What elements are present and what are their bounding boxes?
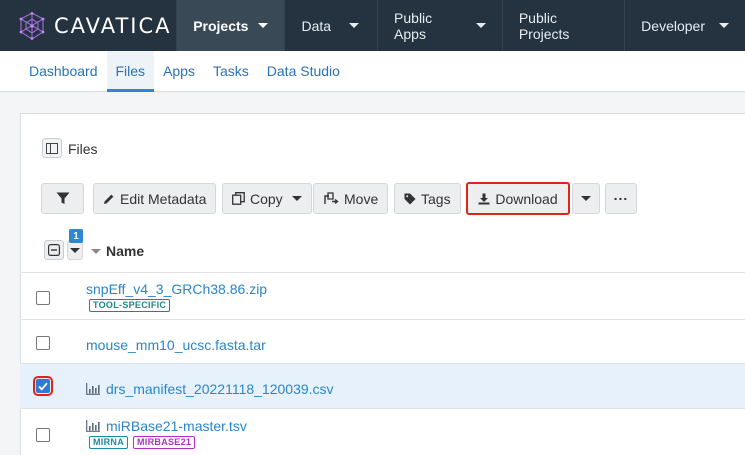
chevron-down-icon bbox=[258, 23, 269, 28]
chart-icon bbox=[86, 420, 100, 432]
table-row[interactable]: miRBase21-master.tsv MIRNA MIRBASE21 bbox=[20, 408, 745, 455]
chevron-down-icon bbox=[291, 196, 302, 201]
row-checkbox-checked[interactable] bbox=[33, 376, 53, 396]
subnav-apps[interactable]: Apps bbox=[154, 51, 204, 91]
nav-data[interactable]: Data bbox=[284, 0, 377, 51]
edit-metadata-label: Edit Metadata bbox=[120, 190, 207, 207]
nav-public-projects[interactable]: Public Projects bbox=[501, 0, 624, 51]
name-header-label: Name bbox=[106, 243, 145, 259]
file-name-link[interactable]: snpEff_v4_3_GRCh38.86.zip bbox=[86, 281, 267, 297]
chart-icon bbox=[86, 383, 100, 395]
table-row[interactable]: mouse_mm10_ucsc.fasta.tar bbox=[20, 319, 745, 363]
minus-square-icon bbox=[48, 244, 60, 256]
move-icon bbox=[324, 192, 339, 205]
nav-public-apps[interactable]: Public Apps bbox=[377, 0, 502, 51]
row-checkbox[interactable] bbox=[36, 428, 50, 442]
file-tags: TOOL-SPECIFIC bbox=[89, 299, 171, 312]
nav-public-projects-label: Public Projects bbox=[518, 9, 570, 42]
download-icon bbox=[478, 193, 490, 204]
move-label: Move bbox=[344, 190, 379, 207]
download-label: Download bbox=[495, 190, 558, 207]
subnav-dashboard[interactable]: Dashboard bbox=[20, 51, 107, 91]
file-name-link[interactable]: miRBase21-master.tsv bbox=[86, 418, 247, 434]
subnav-files[interactable]: Files bbox=[106, 51, 155, 92]
sidebar-toggle-icon bbox=[46, 142, 58, 154]
top-navbar: CAVATICA Projects Data Public Apps Publi… bbox=[0, 0, 745, 51]
project-subnav: Dashboard Files Apps Tasks Data Studio bbox=[0, 51, 745, 92]
edit-metadata-button[interactable]: Edit Metadata bbox=[93, 183, 217, 214]
file-name: drs_manifest_20221118_120039.csv bbox=[106, 381, 334, 397]
nav-public-apps-label: Public Apps bbox=[394, 9, 433, 42]
download-button[interactable]: Download bbox=[466, 182, 570, 215]
filter-icon bbox=[56, 192, 69, 204]
file-tag[interactable]: TOOL-SPECIFIC bbox=[89, 299, 171, 312]
nav-developer-label: Developer bbox=[641, 17, 705, 34]
copy-icon bbox=[232, 192, 245, 205]
download-options-button[interactable] bbox=[572, 183, 600, 214]
nav-data-label: Data bbox=[301, 17, 332, 34]
subnav-tasks[interactable]: Tasks bbox=[204, 51, 258, 91]
more-actions-label: ... bbox=[613, 187, 629, 203]
file-tag[interactable]: MIRNA bbox=[89, 436, 128, 449]
chevron-down-icon bbox=[475, 23, 486, 28]
nav-projects[interactable]: Projects bbox=[176, 0, 285, 51]
nav-projects-label: Projects bbox=[193, 17, 249, 34]
file-name: miRBase21-master.tsv bbox=[106, 418, 247, 434]
tag-icon bbox=[404, 193, 416, 204]
filter-button[interactable] bbox=[41, 183, 84, 214]
brand-name: CAVATICA bbox=[54, 13, 172, 38]
nav-developer[interactable]: Developer bbox=[624, 0, 745, 51]
copy-button[interactable]: Copy bbox=[222, 183, 312, 214]
move-button[interactable]: Move bbox=[313, 183, 389, 214]
file-name-link[interactable]: mouse_mm10_ucsc.fasta.tar bbox=[86, 337, 266, 353]
tags-label: Tags bbox=[421, 190, 451, 207]
table-row-selected[interactable]: drs_manifest_20221118_120039.csv bbox=[20, 363, 745, 408]
row-checkbox[interactable] bbox=[36, 336, 50, 350]
copy-label: Copy bbox=[250, 190, 283, 207]
chevron-down-icon bbox=[70, 247, 80, 253]
file-tag[interactable]: MIRBASE21 bbox=[133, 436, 196, 449]
sort-caret-icon bbox=[91, 248, 101, 254]
checkmark-icon bbox=[38, 382, 48, 391]
cavatica-logo-icon bbox=[19, 11, 45, 40]
file-name: snpEff_v4_3_GRCh38.86.zip bbox=[86, 281, 268, 297]
file-name: mouse_mm10_ucsc.fasta.tar bbox=[86, 337, 266, 353]
chevron-down-icon bbox=[349, 23, 360, 28]
selected-count-badge: 1 bbox=[69, 229, 83, 243]
selection-menu-button[interactable] bbox=[67, 240, 83, 260]
file-name-link[interactable]: drs_manifest_20221118_120039.csv bbox=[86, 381, 334, 397]
tags-button[interactable]: Tags bbox=[394, 183, 461, 214]
pencil-icon bbox=[104, 194, 114, 204]
chevron-down-icon bbox=[581, 196, 591, 201]
select-all-toggle[interactable] bbox=[44, 240, 64, 260]
file-tags: MIRNA MIRBASE21 bbox=[89, 436, 196, 449]
table-row[interactable]: snpEff_v4_3_GRCh38.86.zip TOOL-SPECIFIC bbox=[20, 272, 745, 319]
row-checkbox[interactable] bbox=[36, 291, 50, 305]
files-panel-title: Files bbox=[68, 141, 98, 157]
chevron-down-icon bbox=[719, 23, 729, 28]
more-actions-button[interactable]: ... bbox=[605, 183, 637, 214]
panel-toggle-button[interactable] bbox=[42, 138, 62, 158]
brand-logo[interactable]: CAVATICA bbox=[0, 0, 176, 51]
name-column-header[interactable]: Name bbox=[91, 243, 144, 259]
subnav-data-studio[interactable]: Data Studio bbox=[258, 51, 349, 91]
